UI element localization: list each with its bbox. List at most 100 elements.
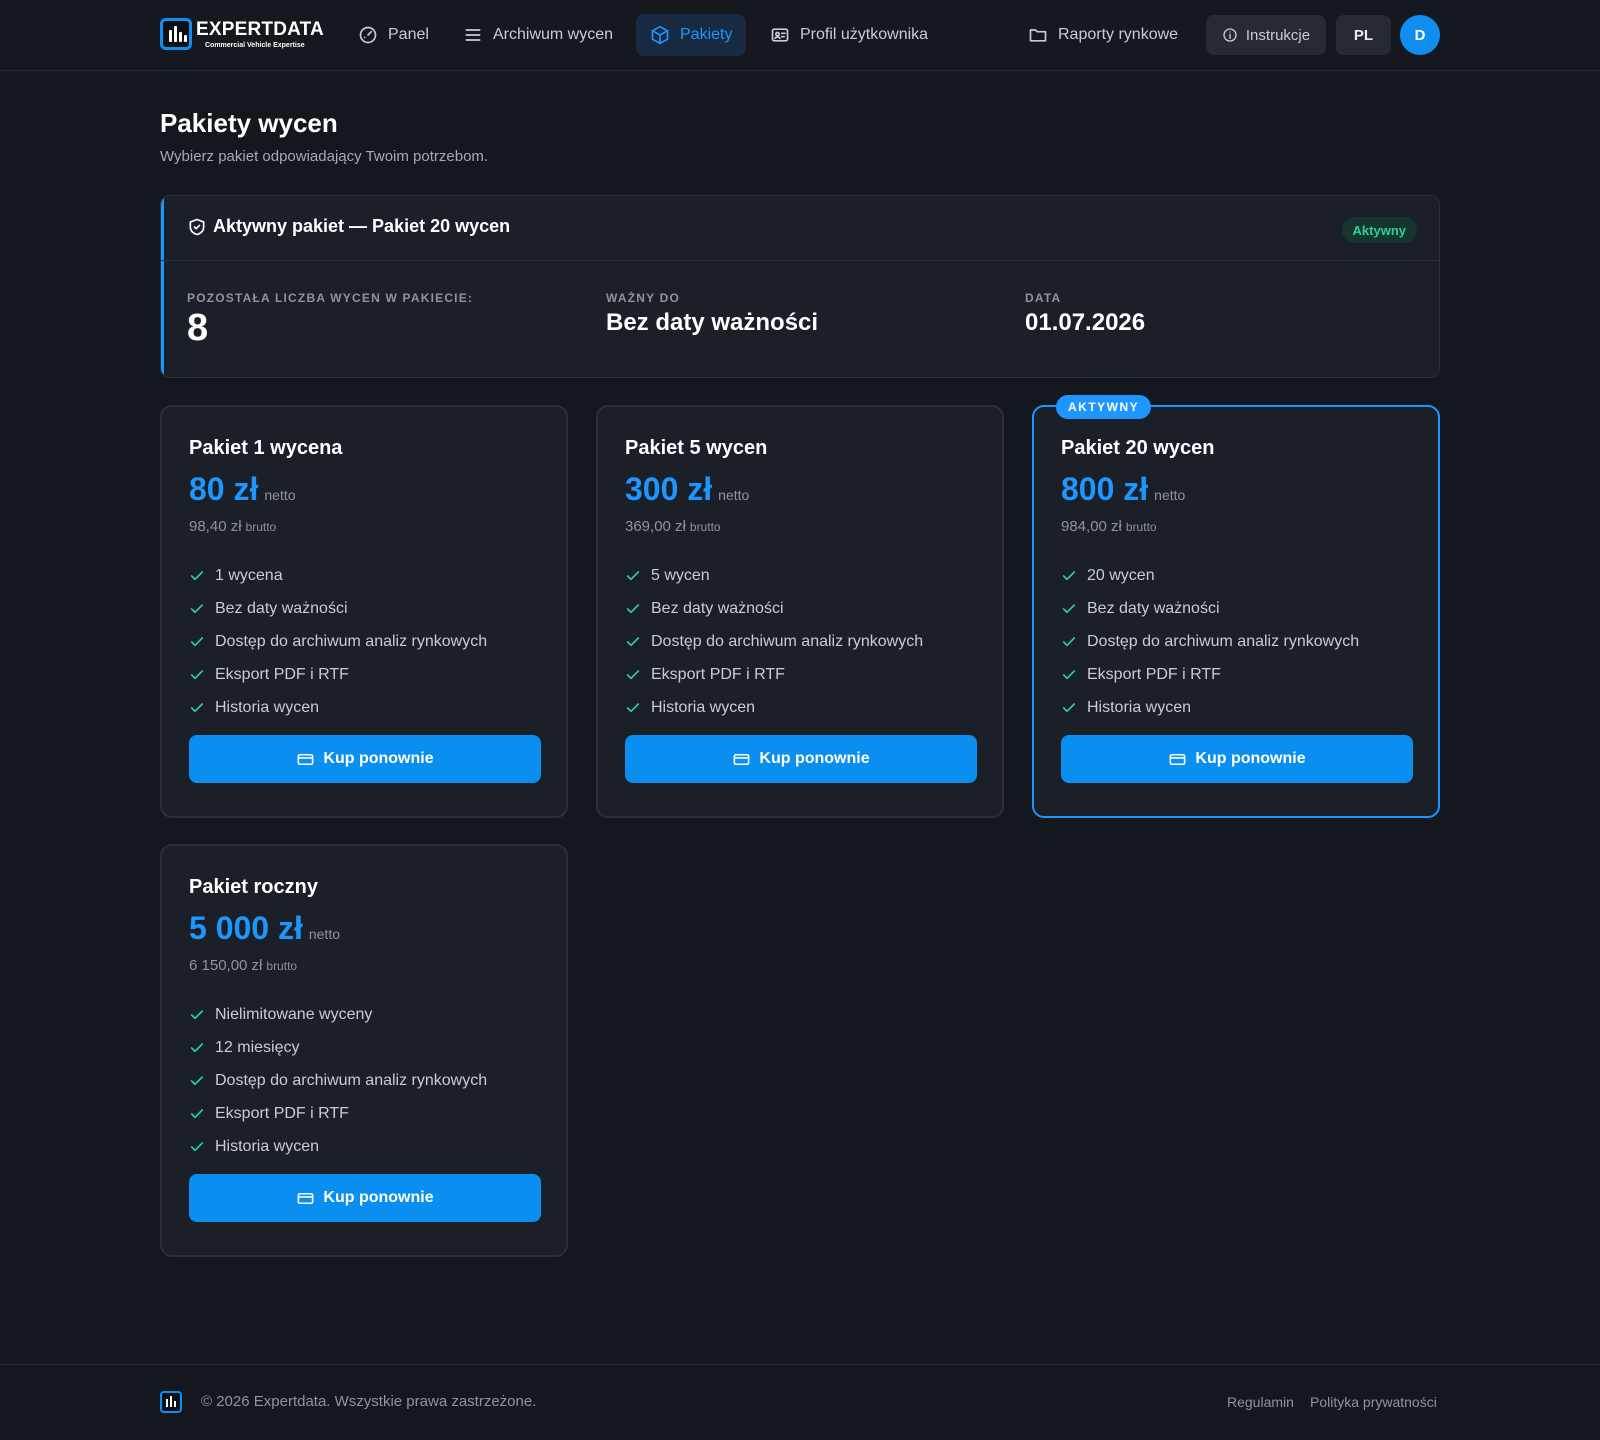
instructions-button[interactable]: Instrukcje xyxy=(1206,15,1326,55)
buy-again-button[interactable]: Kup ponownie xyxy=(189,1174,541,1222)
feature-item: Dostęp do archiwum analiz rynkowych xyxy=(189,625,487,658)
check-icon xyxy=(626,669,640,679)
gross-price-unit: brutto xyxy=(266,959,298,973)
remaining-label: POZOSTAŁA LICZBA WYCEN W PAKIECIE: xyxy=(187,291,474,305)
net-price: 300 zł netto xyxy=(625,471,749,508)
nav-item-label: Archiwum wycen xyxy=(493,26,614,43)
net-price-unit: netto xyxy=(1154,487,1186,503)
buy-again-button[interactable]: Kup ponownie xyxy=(1061,735,1413,783)
active-ribbon: AKTYWNY xyxy=(1056,395,1152,419)
nav-item-packages[interactable]: Pakiety xyxy=(636,14,747,56)
package-name: Pakiet roczny xyxy=(189,876,318,898)
footer-link-terms[interactable]: Regulamin xyxy=(1227,1394,1294,1410)
folder-icon xyxy=(1029,29,1047,42)
valid-until: WAŻNY DO Bez daty ważności xyxy=(606,291,818,337)
buy-again-label: Kup ponownie xyxy=(759,750,870,767)
language-switch[interactable]: PL xyxy=(1336,15,1391,55)
buy-again-button[interactable]: Kup ponownie xyxy=(189,735,541,783)
buy-again-label: Kup ponownie xyxy=(323,1189,434,1206)
buy-again-button[interactable]: Kup ponownie xyxy=(625,735,977,783)
gross-price-amount: 369,00 zł xyxy=(625,518,686,535)
check-icon xyxy=(190,1075,204,1085)
valid-label: WAŻNY DO xyxy=(606,291,681,305)
date-label: DATA xyxy=(1025,291,1062,305)
nav-item-label: Panel xyxy=(388,26,429,43)
feature-item: Bez daty ważności xyxy=(625,592,923,625)
net-price-unit: netto xyxy=(264,487,296,503)
active-package-panel: Aktywny pakiet — Pakiet 20 wycen Aktywny… xyxy=(160,195,1440,378)
gross-price-amount: 6 150,00 zł xyxy=(189,957,263,974)
check-icon xyxy=(1062,603,1076,613)
feature-item: Historia wycen xyxy=(189,691,487,724)
id-card-icon xyxy=(771,28,789,42)
credit-card-icon xyxy=(297,1192,314,1204)
page-subtitle: Wybierz pakiet odpowiadający Twoim potrz… xyxy=(160,148,489,165)
feature-item: Dostęp do archiwum analiz rynkowych xyxy=(189,1064,487,1097)
feature-item: 5 wycen xyxy=(625,559,923,592)
nav-item-profile[interactable]: Profil użytkownika xyxy=(756,14,942,56)
feature-item: Historia wycen xyxy=(625,691,923,724)
net-price: 800 zł netto xyxy=(1061,471,1185,508)
top-navigation: EXPERTDATA Commercial Vehicle Expertise … xyxy=(0,0,1600,71)
feature-item: 12 miesięcy xyxy=(189,1031,487,1064)
active-package-title: Aktywny pakiet — Pakiet 20 wycen xyxy=(213,216,511,236)
gross-price-unit: brutto xyxy=(245,520,277,534)
feature-item: Nielimitowane wyceny xyxy=(189,998,487,1031)
feature-list: 5 wycen Bez daty ważności Dostęp do arch… xyxy=(625,559,923,724)
nav-item-label: Profil użytkownika xyxy=(800,26,929,43)
gross-price-unit: brutto xyxy=(689,520,721,534)
package-icon xyxy=(651,25,669,45)
check-icon xyxy=(1062,702,1076,712)
brand-logo[interactable]: EXPERTDATA Commercial Vehicle Expertise xyxy=(160,17,324,51)
feature-list: 20 wycen Bez daty ważności Dostęp do arc… xyxy=(1061,559,1359,724)
feature-item: Dostęp do archiwum analiz rynkowych xyxy=(1061,625,1359,658)
check-icon xyxy=(190,1141,204,1151)
brand-name: EXPERTDATA xyxy=(196,18,324,40)
logo-chart-icon xyxy=(160,18,192,50)
check-icon xyxy=(190,636,204,646)
nav-item-label: Raporty rynkowe xyxy=(1058,26,1179,43)
brand-tagline: Commercial Vehicle Expertise xyxy=(205,41,305,49)
package-card-annual: Pakiet roczny 5 000 zł netto 6 150,00 zł… xyxy=(160,844,568,1257)
status-badge: Aktywny xyxy=(1341,217,1417,243)
feature-list: 1 wycena Bez daty ważności Dostęp do arc… xyxy=(189,559,487,724)
check-icon xyxy=(626,603,640,613)
feature-item: Historia wycen xyxy=(1061,691,1359,724)
footer-link-privacy[interactable]: Polityka prywatności xyxy=(1310,1394,1437,1410)
net-price-unit: netto xyxy=(308,926,340,942)
check-icon xyxy=(1062,570,1076,580)
feature-item: Historia wycen xyxy=(189,1130,487,1163)
gross-price-amount: 98,40 zł xyxy=(189,518,242,535)
nav-item-market-reports[interactable]: Raporty rynkowe xyxy=(1014,14,1192,56)
buy-again-label: Kup ponownie xyxy=(1195,750,1306,767)
footer: © 2026 Expertdata. Wszystkie prawa zastr… xyxy=(0,1364,1600,1440)
feature-item: Eksport PDF i RTF xyxy=(625,658,923,691)
check-icon xyxy=(190,570,204,580)
credit-card-icon xyxy=(297,753,314,765)
active-package-header: Aktywny pakiet — Pakiet 20 wycen Aktywny xyxy=(161,196,1439,261)
nav-item-archive[interactable]: Archiwum wycen xyxy=(449,14,627,56)
feature-item: 1 wycena xyxy=(189,559,487,592)
check-icon xyxy=(190,669,204,679)
check-icon xyxy=(1062,636,1076,646)
list-icon xyxy=(465,29,481,41)
nav-item-panel[interactable]: Panel xyxy=(344,14,443,56)
gross-price-amount: 984,00 zł xyxy=(1061,518,1122,535)
page-title: Pakiety wycen xyxy=(160,108,338,138)
package-card-20: AKTYWNY Pakiet 20 wycen 800 zł netto 984… xyxy=(1032,395,1440,818)
user-avatar[interactable]: D xyxy=(1400,15,1440,55)
credit-card-icon xyxy=(733,753,750,765)
check-icon xyxy=(626,636,640,646)
gross-price: 369,00 zł brutto xyxy=(625,518,721,535)
package-card-1: Pakiet 1 wycena 80 zł netto 98,40 zł bru… xyxy=(160,405,568,818)
net-price-unit: netto xyxy=(718,487,750,503)
feature-list: Nielimitowane wyceny 12 miesięcy Dostęp … xyxy=(189,998,487,1163)
valid-value: Bez daty ważności xyxy=(606,309,819,336)
feature-item: Dostęp do archiwum analiz rynkowych xyxy=(625,625,923,658)
feature-item: Bez daty ważności xyxy=(1061,592,1359,625)
footer-copyright: © 2026 Expertdata. Wszystkie prawa zastr… xyxy=(201,1393,537,1410)
check-icon xyxy=(190,603,204,613)
net-price-amount: 80 zł xyxy=(189,471,259,507)
check-icon xyxy=(190,1009,204,1019)
info-icon xyxy=(1223,28,1237,42)
